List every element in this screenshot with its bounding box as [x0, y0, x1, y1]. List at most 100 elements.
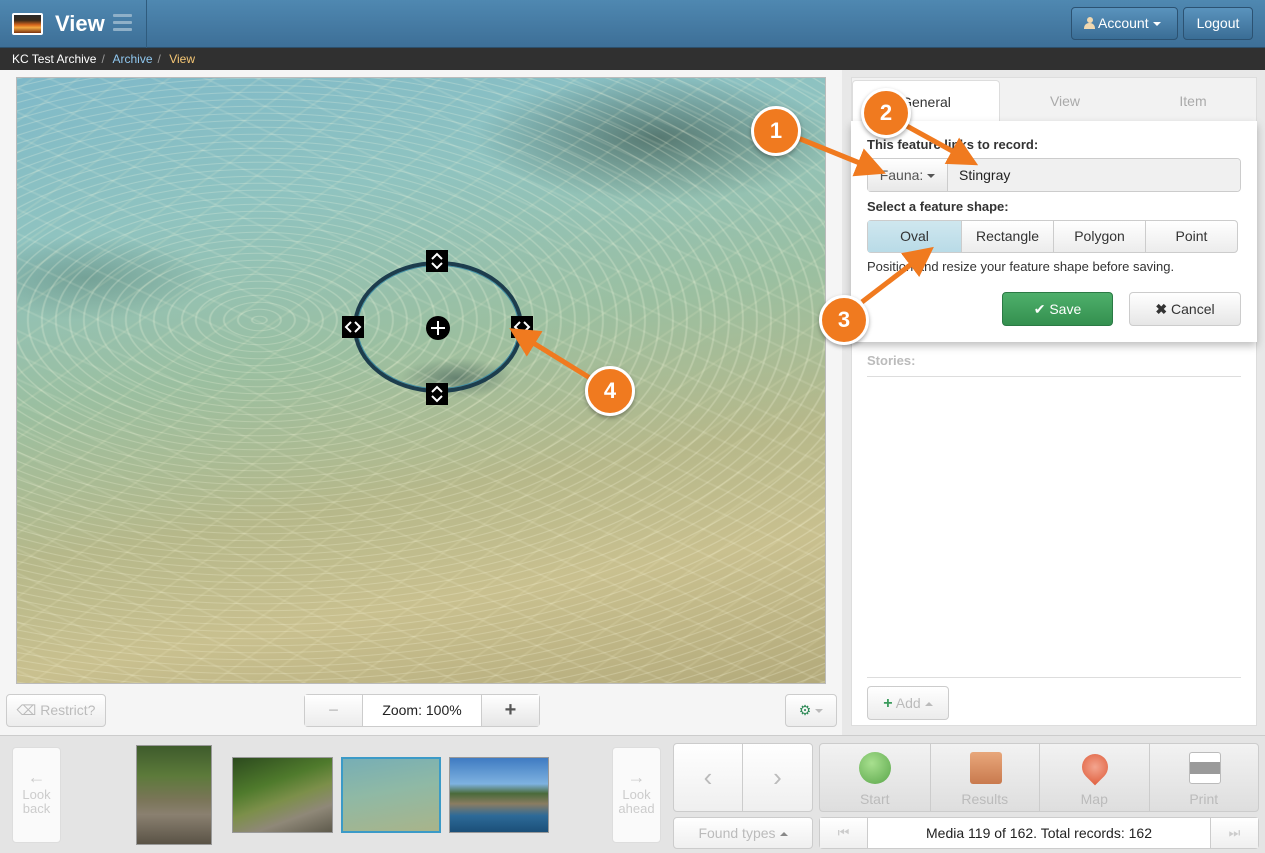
media-image[interactable]: [16, 77, 826, 684]
callout-badge-2: 2: [861, 88, 911, 138]
previous-record-button[interactable]: ‹: [674, 744, 743, 811]
pager: ⏮ Media 119 of 162. Total records: 162 ⏭: [819, 817, 1259, 849]
look-ahead-label-1: Look: [622, 787, 651, 802]
start-icon: [859, 752, 891, 784]
resize-handle-bottom[interactable]: [426, 383, 448, 405]
zoom-in-button[interactable]: +: [481, 695, 539, 726]
printer-icon: [1188, 752, 1221, 784]
zoom-level: Zoom: 100%: [382, 702, 462, 718]
found-types-button[interactable]: Found types: [673, 817, 813, 849]
skip-first-icon: ⏮: [837, 825, 850, 840]
top-bar: View Account Logout: [0, 0, 1265, 48]
caret-up-icon: [924, 702, 933, 707]
feature-form: This feature links to record: Fauna: Sel…: [851, 121, 1257, 342]
results-button[interactable]: Results: [929, 744, 1040, 811]
arrow-right-icon: →: [627, 767, 646, 787]
caret-up-icon: [779, 832, 788, 837]
shape-oval-button[interactable]: Oval: [868, 221, 961, 252]
print-label: Print: [1189, 791, 1219, 807]
cancel-label: Cancel: [1171, 301, 1215, 317]
results-label: Results: [961, 791, 1009, 807]
shape-selector: Oval Rectangle Polygon Point: [867, 220, 1238, 253]
tab-view[interactable]: View: [1002, 80, 1128, 122]
caret-up-icon: [815, 709, 824, 714]
arrow-left-icon: ←: [27, 767, 46, 787]
logout-button[interactable]: Logout: [1183, 7, 1253, 40]
map-label: Map: [1080, 791, 1108, 807]
breadcrumb-current: View: [169, 52, 195, 66]
close-icon: ✖: [1155, 301, 1172, 317]
chevron-right-icon: ›: [773, 762, 782, 792]
user-icon: [1084, 17, 1095, 29]
photo-viewer: ⌫ Restrict? − Zoom: 100% + ⚙: [0, 70, 842, 735]
stories-label: Stories:: [867, 353, 916, 368]
map-pin-icon: [1076, 748, 1114, 786]
action-buttons: Start Results Map Print: [819, 743, 1259, 812]
account-button[interactable]: Account: [1071, 7, 1178, 40]
tab-item[interactable]: Item: [1130, 80, 1256, 122]
resize-handle-left[interactable]: [342, 316, 364, 338]
zoom-control: − Zoom: 100% +: [304, 694, 540, 727]
next-record-button[interactable]: ›: [743, 744, 812, 811]
panel-tabs: General View Item: [852, 78, 1256, 123]
callout-badge-3: 3: [819, 295, 869, 345]
breadcrumb-archive-link[interactable]: Archive: [113, 52, 153, 66]
page-title: View: [55, 11, 105, 36]
thumbnail[interactable]: [232, 757, 333, 833]
record-type-dropdown[interactable]: Fauna:: [868, 159, 948, 191]
start-button[interactable]: Start: [820, 744, 930, 811]
tag-icon: ⌫: [16, 702, 41, 718]
restrict-button[interactable]: ⌫ Restrict?: [6, 694, 106, 727]
start-label: Start: [859, 791, 890, 807]
menu-icon[interactable]: [113, 14, 132, 34]
chevron-left-icon: ‹: [703, 762, 713, 792]
last-record-button[interactable]: ⏭: [1210, 818, 1258, 848]
plus-icon: +: [883, 695, 893, 712]
look-ahead-button[interactable]: → Look ahead: [612, 747, 661, 843]
app-logo-icon: [12, 13, 43, 35]
bottom-toolbar: ← Look back → Look ahead ‹ › Found types…: [0, 735, 1265, 853]
shape-label: Select a feature shape:: [867, 199, 1009, 214]
record-nav: ‹ ›: [673, 743, 813, 812]
breadcrumb-root: KC Test Archive: [12, 52, 97, 66]
callout-badge-4: 4: [585, 366, 635, 416]
record-type-label: Fauna:: [879, 167, 924, 183]
thumbnail[interactable]: [136, 745, 212, 845]
thumbnail-current[interactable]: [341, 757, 441, 833]
shape-rectangle-button[interactable]: Rectangle: [961, 221, 1053, 252]
look-back-label-2: back: [22, 801, 51, 816]
divider: [146, 0, 147, 48]
shape-polygon-button[interactable]: Polygon: [1053, 221, 1145, 252]
account-label: Account: [1098, 15, 1149, 31]
shape-point-button[interactable]: Point: [1145, 221, 1237, 252]
record-link-group: Fauna:: [867, 158, 1241, 192]
found-types-label: Found types: [698, 825, 776, 841]
skip-last-icon: ⏭: [1228, 825, 1241, 840]
move-handle-icon[interactable]: [426, 316, 450, 340]
save-button[interactable]: ✔ Save: [1002, 292, 1113, 326]
look-back-button[interactable]: ← Look back: [12, 747, 61, 843]
caret-down-icon: [927, 174, 936, 179]
add-label: Add: [895, 695, 921, 711]
zoom-out-button[interactable]: −: [305, 695, 363, 726]
record-name-input[interactable]: [948, 159, 1240, 191]
resize-handle-top[interactable]: [426, 250, 448, 272]
shape-hint: Position and resize your feature shape b…: [867, 259, 1175, 274]
first-record-button[interactable]: ⏮: [820, 818, 868, 848]
inbox-icon: [969, 752, 1002, 784]
add-button[interactable]: + Add: [867, 686, 949, 720]
look-ahead-label-2: ahead: [618, 801, 655, 816]
check-icon: ✔: [1033, 301, 1050, 317]
map-button[interactable]: Map: [1039, 744, 1149, 811]
restrict-label: Restrict?: [40, 702, 96, 718]
links-label: This feature links to record:: [867, 137, 1039, 152]
print-button[interactable]: Print: [1148, 744, 1259, 811]
settings-button[interactable]: ⚙: [785, 694, 837, 727]
pager-status: Media 119 of 162. Total records: 162: [926, 825, 1152, 841]
cancel-button[interactable]: ✖ Cancel: [1129, 292, 1241, 326]
resize-handle-right[interactable]: [511, 316, 533, 338]
look-back-label-1: Look: [22, 787, 51, 802]
divider: [867, 376, 1241, 377]
thumbnail[interactable]: [449, 757, 549, 833]
caret-down-icon: [1152, 22, 1161, 27]
